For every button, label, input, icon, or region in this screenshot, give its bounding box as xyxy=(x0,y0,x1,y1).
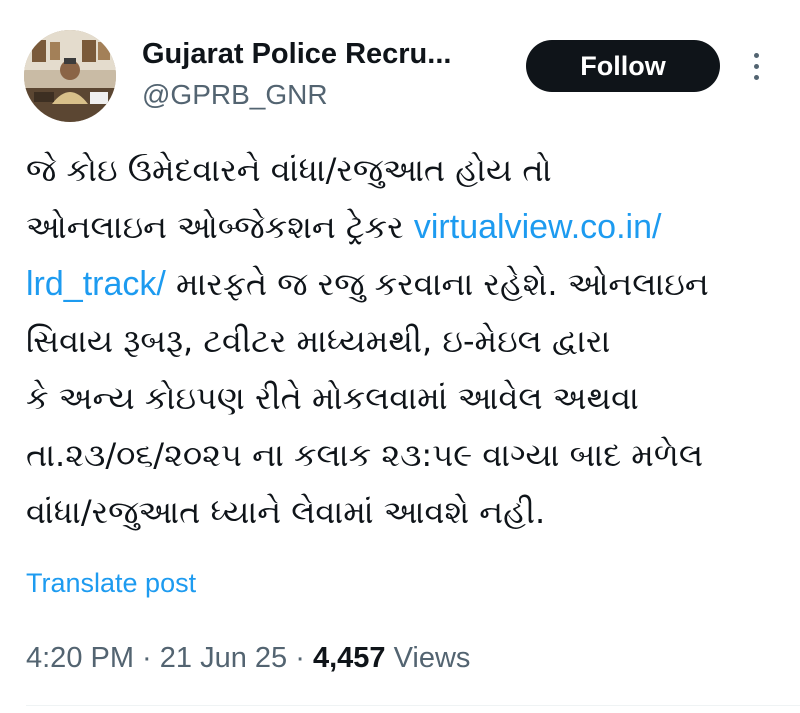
post-line: સિવાય રૂબરૂ, ટવીટર માધ્યમથી, ઇ-મેઇલ દ્વા… xyxy=(26,322,611,360)
views-label: Views xyxy=(385,642,471,674)
more-dot xyxy=(753,74,759,80)
tweet-card: Gujarat Police Recru... @GPRB_GNR Follow… xyxy=(0,0,800,713)
post-time[interactable]: 4:20 PM xyxy=(26,642,134,674)
author-display-name[interactable]: Gujarat Police Recru... xyxy=(142,36,512,72)
more-vertical-icon[interactable] xyxy=(744,44,768,88)
profile-photo-icon xyxy=(24,30,116,122)
post-date[interactable]: 21 Jun 25 xyxy=(160,642,287,674)
avatar[interactable] xyxy=(24,30,116,122)
post-line: તા.૨૩/૦૬/૨૦૨૫ ના કલાક ૨૩:૫૯ વાગ્યા બાદ મ… xyxy=(26,436,704,474)
post-link[interactable]: lrd_track/ xyxy=(26,265,166,303)
more-dot xyxy=(753,52,759,58)
translate-post-link[interactable]: Translate post xyxy=(26,566,196,600)
follow-button[interactable]: Follow xyxy=(526,40,720,92)
post-line: ઓનલાઇન ઓબ્જેકશન ટ્રેકર virtualview.co.in… xyxy=(26,199,786,256)
post-line-text: ઓનલાઇન ઓબ્જેકશન ટ્રેકર xyxy=(26,208,414,246)
post-line: જે કોઇ ઉમેદવારને વાંધા/રજુઆત હોય તો xyxy=(26,151,552,189)
views-count: 4,457 xyxy=(312,642,386,674)
divider xyxy=(26,705,800,706)
post-line-text: મારફતે જ રજુ કરવાના રહેશે. ઓનલાઇન xyxy=(165,265,709,303)
post-line: lrd_track/ મારફતે જ રજુ કરવાના રહેશે. ઓન… xyxy=(26,256,786,313)
post-line: વાંધા/રજુઆત ધ્યાને લેવામાં આવશે નહી. xyxy=(26,493,546,531)
post-metadata: 4:20 PM · 21 Jun 25 · 4,457 Views xyxy=(26,638,470,678)
meta-separator: · xyxy=(287,642,313,674)
post-line: કે અન્ય કોઇપણ રીતે મોકલવામાં આવેલ અથવા xyxy=(26,379,639,417)
meta-separator: · xyxy=(134,642,160,674)
author-handle[interactable]: @GPRB_GNR xyxy=(142,78,512,112)
post-text: જે કોઇ ઉમેદવારને વાંધા/રજુઆત હોય તો ઓનલા… xyxy=(26,142,786,541)
post-link[interactable]: virtualview.co.in/ xyxy=(414,208,662,246)
more-dot xyxy=(753,63,759,69)
author-info: Gujarat Police Recru... @GPRB_GNR xyxy=(142,36,512,112)
